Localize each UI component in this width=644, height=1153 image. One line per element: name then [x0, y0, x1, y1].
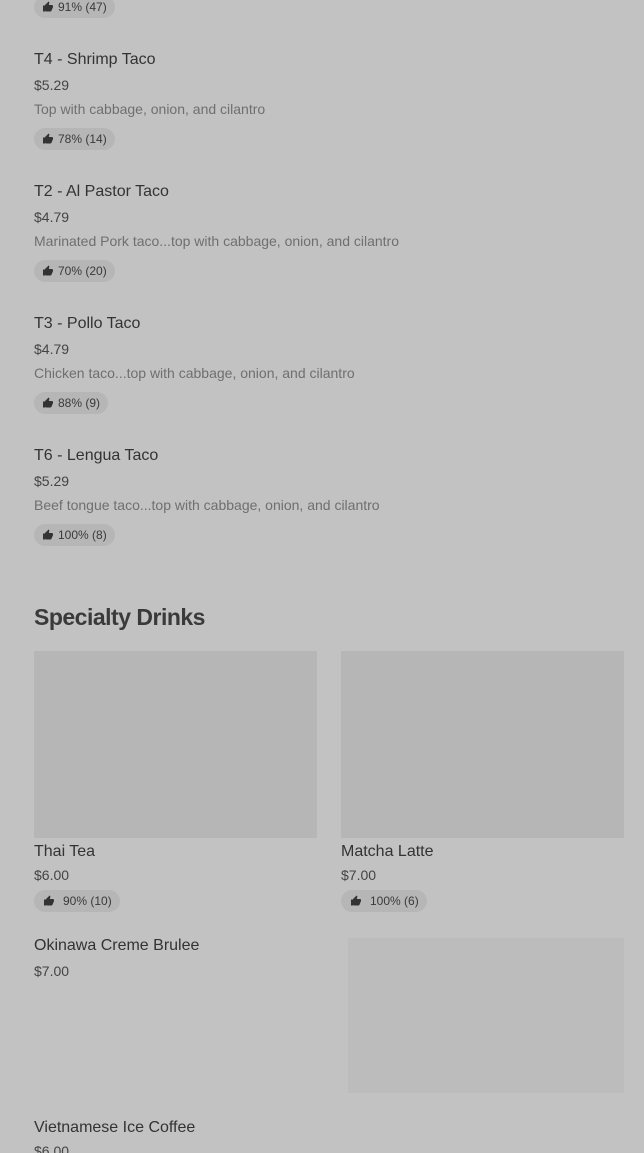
thumbs-up-icon	[350, 895, 362, 907]
item-image	[34, 651, 317, 838]
rating-text: 78% (14)	[58, 132, 107, 146]
item-name: T3 - Pollo Taco	[34, 315, 141, 332]
item-price: $4.79	[34, 341, 70, 357]
item-price: $5.29	[34, 473, 70, 489]
rating-text: 100% (8)	[58, 528, 107, 542]
item-description: Marinated Pork taco...top with cabbage, …	[34, 233, 399, 249]
item-description: Top with cabbage, onion, and cilantro	[34, 101, 266, 117]
thumbs-up-icon	[42, 133, 54, 145]
rating-text: 70% (20)	[58, 264, 107, 278]
item-price: $6.00	[34, 1143, 70, 1153]
thumbs-up-icon	[42, 529, 54, 541]
item-description: Chicken taco...top with cabbage, onion, …	[34, 365, 355, 381]
rating-badge: 100% (8)	[34, 524, 115, 546]
thumbs-up-icon	[42, 397, 54, 409]
rating-badge: 78% (14)	[34, 128, 115, 150]
rating-text: 100% (6)	[370, 894, 419, 908]
rating-badge: 70% (20)	[34, 260, 115, 282]
item-price: $5.29	[34, 77, 70, 93]
item-name: Vietnamese Ice Coffee	[34, 1119, 196, 1136]
item-image	[348, 938, 624, 1093]
rating-text: 91% (47)	[58, 0, 107, 14]
rating-text: 88% (9)	[58, 396, 101, 410]
rating-badge: 100% (6)	[341, 890, 427, 912]
item-image	[341, 651, 624, 838]
item-price: $6.00	[34, 867, 70, 883]
item-price: $7.00	[341, 867, 377, 883]
rating-badge: 88% (9)	[34, 392, 109, 414]
thumbs-up-icon	[43, 895, 55, 907]
rating-badge: 91% (47)	[34, 0, 115, 18]
item-name: T2 - Al Pastor Taco	[34, 183, 169, 200]
item-name: T4 - Shrimp Taco	[34, 51, 156, 68]
item-name: Thai Tea	[34, 843, 96, 860]
item-description: Beef tongue taco...top with cabbage, oni…	[34, 497, 380, 513]
thumbs-up-icon	[42, 265, 54, 277]
menu-page: 91% (47) T4 - Shrimp Taco $5.29 Top with…	[0, 0, 644, 1153]
thumbs-up-icon	[42, 1, 54, 13]
item-name: Matcha Latte	[341, 843, 434, 860]
item-name: Okinawa Creme Brulee	[34, 937, 200, 954]
rating-text: 90% (10)	[63, 894, 112, 908]
section-title: Specialty Drinks	[34, 604, 205, 630]
item-price: $4.79	[34, 209, 70, 225]
item-name: T6 - Lengua Taco	[34, 447, 159, 464]
item-price: $7.00	[34, 963, 70, 979]
rating-badge: 90% (10)	[34, 890, 120, 912]
